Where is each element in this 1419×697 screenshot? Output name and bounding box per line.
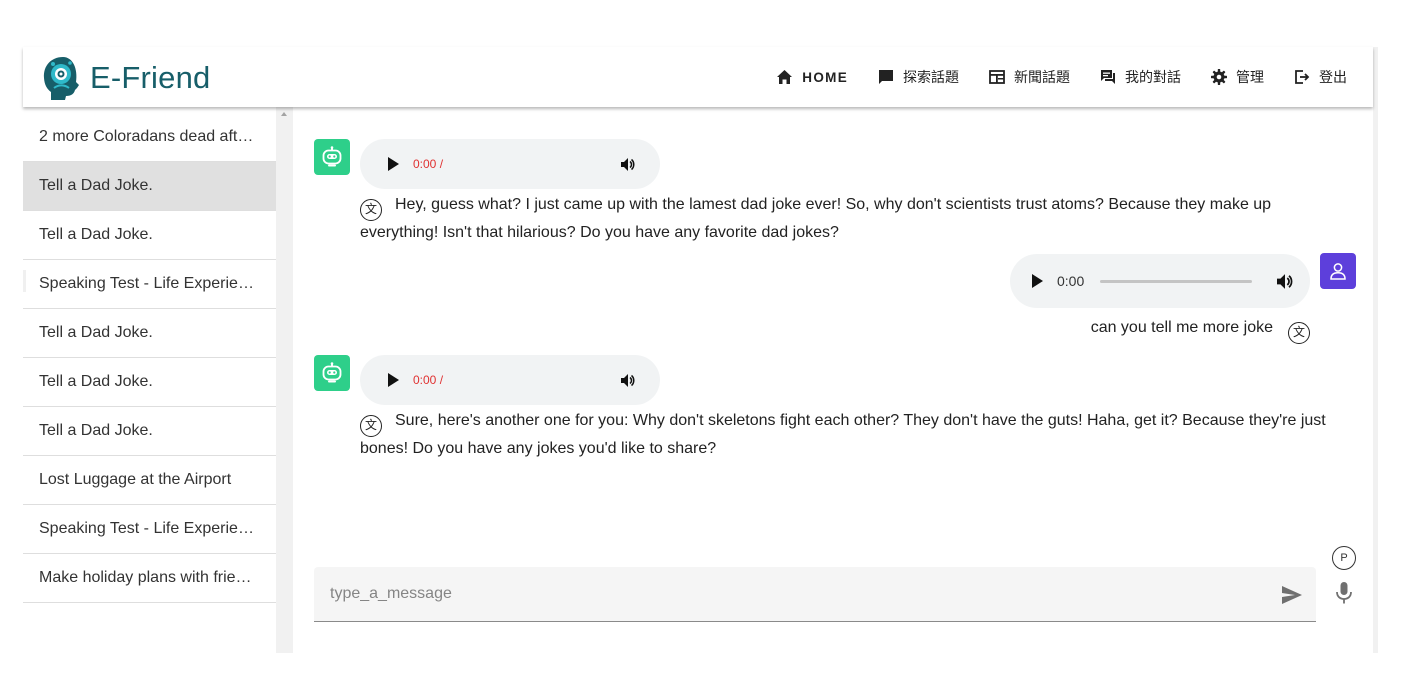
conversation-title: Speaking Test - Life Experiences bbox=[39, 520, 260, 537]
robot-icon bbox=[322, 362, 342, 383]
logout-icon bbox=[1293, 69, 1310, 86]
chat-bubbles-icon bbox=[1099, 69, 1116, 86]
main-nav: HOME 探索話題 新聞話題 我的對話 管理 登出 bbox=[747, 47, 1347, 107]
nav-admin-label: 管理 bbox=[1236, 69, 1264, 85]
play-icon[interactable] bbox=[1031, 274, 1043, 288]
nav-home-label: HOME bbox=[802, 69, 848, 85]
scroll-up-arrow-icon[interactable] bbox=[281, 112, 287, 116]
user-icon bbox=[1330, 263, 1346, 280]
conversation-title: Tell a Dad Joke. bbox=[39, 324, 153, 341]
gear-icon bbox=[1210, 69, 1227, 86]
conversation-item[interactable]: Make holiday plans with friends bbox=[23, 554, 276, 603]
conversation-item[interactable]: Tell a Dad Joke. bbox=[23, 358, 276, 407]
volume-icon[interactable] bbox=[621, 373, 635, 387]
message-square-icon bbox=[877, 69, 894, 86]
conversation-title: Tell a Dad Joke. bbox=[39, 422, 153, 439]
bot-message-text: Sure, here's another one for you: Why do… bbox=[360, 412, 1326, 457]
conversation-title: 2 more Coloradans dead after a bird flu … bbox=[39, 128, 260, 145]
conversation-title: Tell a Dad Joke. bbox=[39, 373, 153, 390]
newspaper-icon bbox=[988, 69, 1005, 86]
conversation-title: Tell a Dad Joke. bbox=[39, 177, 153, 194]
audio-time: 0:00 / bbox=[413, 373, 444, 387]
conversation-item[interactable]: 2 more Coloradans dead after a bird flu … bbox=[23, 113, 276, 162]
nav-home[interactable]: HOME bbox=[776, 69, 848, 86]
microphone-icon[interactable] bbox=[1333, 581, 1355, 605]
conversation-item[interactable]: Tell a Dad Joke. bbox=[23, 211, 276, 260]
translate-icon[interactable]: 文 bbox=[1288, 321, 1310, 344]
user-message-text: can you tell me more joke bbox=[1090, 319, 1273, 336]
conversation-sidebar: 2 more Coloradans dead after a bird flu … bbox=[23, 113, 276, 653]
play-icon[interactable] bbox=[387, 157, 399, 171]
nav-admin[interactable]: 管理 bbox=[1210, 67, 1264, 87]
logo-head-icon bbox=[43, 57, 79, 100]
nav-news-label: 新聞話題 bbox=[1014, 69, 1070, 85]
nav-explore-label: 探索話題 bbox=[903, 69, 959, 85]
audio-time: 0:00 bbox=[1057, 273, 1085, 289]
top-header: E-Friend HOME 探索話題 新聞話題 我的對話 管理 登出 bbox=[23, 47, 1373, 107]
user-avatar bbox=[1320, 253, 1356, 289]
conversation-title: Speaking Test - Life Experiences bbox=[39, 275, 260, 292]
logo[interactable]: E-Friend bbox=[39, 54, 210, 102]
conversation-item[interactable]: Tell a Dad Joke. bbox=[23, 407, 276, 456]
conversation-title: Tell a Dad Joke. bbox=[39, 226, 153, 243]
volume-icon[interactable] bbox=[1277, 273, 1293, 289]
conversation-item[interactable]: Speaking Test - Life Experiences bbox=[23, 260, 276, 309]
nav-my-conversations-label: 我的對話 bbox=[1125, 69, 1181, 85]
translate-icon[interactable]: 文 bbox=[360, 198, 382, 221]
bot-message: 文 Sure, here's another one for you: Why d… bbox=[360, 409, 1350, 460]
audio-player[interactable]: 0:00 / bbox=[360, 355, 660, 405]
home-icon bbox=[776, 69, 793, 86]
app-window: E-Friend HOME 探索話題 新聞話題 我的對話 管理 登出 2 mor… bbox=[23, 47, 1373, 653]
bot-message: 文 Hey, guess what? I just came up with th… bbox=[360, 193, 1350, 244]
p-badge[interactable]: P bbox=[1332, 546, 1356, 570]
conversation-item[interactable]: Speaking Test - Life Experiences bbox=[23, 505, 276, 554]
conversation-title: Make holiday plans with friends bbox=[39, 569, 260, 586]
audio-time: 0:00 / bbox=[413, 157, 444, 171]
message-input-box[interactable] bbox=[314, 567, 1316, 622]
message-input[interactable] bbox=[330, 583, 1230, 605]
bot-avatar bbox=[314, 139, 350, 175]
audio-player[interactable]: 0:00 / bbox=[360, 139, 660, 189]
conversation-item[interactable]: Lost Luggage at the Airport bbox=[23, 456, 276, 505]
window-right-edge bbox=[1373, 47, 1378, 653]
nav-explore-topics[interactable]: 探索話題 bbox=[877, 67, 959, 87]
send-icon[interactable] bbox=[1280, 583, 1304, 607]
audio-player[interactable]: 0:00 bbox=[1010, 254, 1310, 308]
nav-logout-label: 登出 bbox=[1319, 69, 1347, 85]
volume-icon[interactable] bbox=[621, 157, 635, 171]
nav-my-conversations[interactable]: 我的對話 bbox=[1099, 67, 1181, 87]
conversation-item-active[interactable]: Tell a Dad Joke. bbox=[23, 162, 276, 211]
conversation-title: Lost Luggage at the Airport bbox=[39, 471, 232, 488]
nav-logout[interactable]: 登出 bbox=[1293, 67, 1347, 87]
sidebar-scrollbar[interactable] bbox=[276, 107, 293, 653]
bot-message-text: Hey, guess what? I just came up with the… bbox=[360, 196, 1272, 241]
app-name: E-Friend bbox=[90, 60, 211, 95]
nav-news-topics[interactable]: 新聞話題 bbox=[988, 67, 1070, 87]
translate-icon[interactable]: 文 bbox=[360, 414, 382, 437]
sidebar-notch bbox=[23, 270, 26, 292]
robot-icon bbox=[322, 146, 342, 167]
audio-progress-bar[interactable] bbox=[1100, 279, 1253, 283]
play-icon[interactable] bbox=[387, 373, 399, 387]
conversation-item[interactable]: Tell a Dad Joke. bbox=[23, 309, 276, 358]
bot-avatar bbox=[314, 355, 350, 391]
user-message: can you tell me more joke 文 bbox=[914, 316, 1310, 344]
